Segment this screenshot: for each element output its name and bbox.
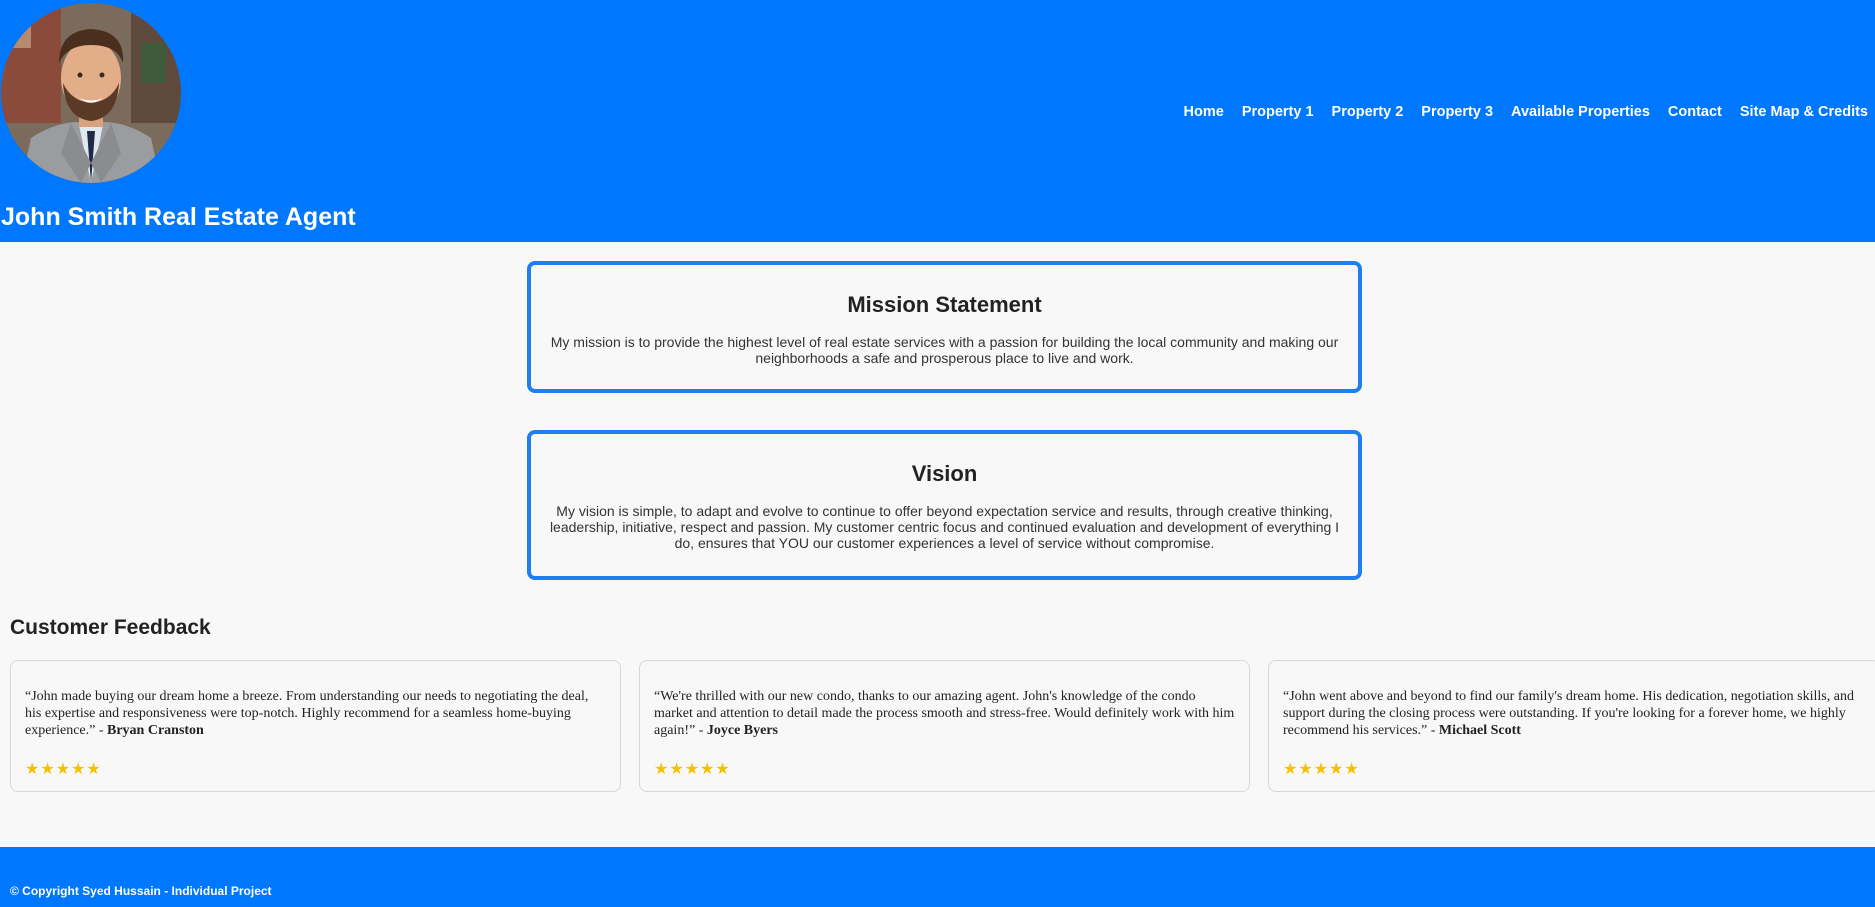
vision-text: My vision is simple, to adapt and evolve… (549, 503, 1340, 551)
vision-heading: Vision (911, 461, 978, 486)
agent-avatar (1, 3, 181, 183)
feedback-quote: “We're thrilled with our new condo, than… (654, 688, 1235, 739)
vision-box: Vision My vision is simple, to adapt and… (527, 430, 1362, 580)
feedback-author: Bryan Cranston (107, 723, 204, 738)
nav-contact[interactable]: Contact (1668, 104, 1722, 120)
star-rating: ★★★★★ (25, 759, 102, 778)
feedback-card: “We're thrilled with our new condo, than… (639, 660, 1250, 792)
feedback-card: “John made buying our dream home a breez… (10, 660, 621, 792)
main-nav: Home Property 1 Property 2 Property 3 Av… (1166, 104, 1868, 120)
nav-property-2[interactable]: Property 2 (1332, 104, 1404, 120)
mission-heading: Mission Statement (847, 292, 1042, 317)
nav-property-1[interactable]: Property 1 (1242, 104, 1314, 120)
agent-portrait-icon (1, 3, 181, 183)
feedback-quote: “John went above and beyond to find our … (1283, 688, 1865, 739)
feedback-card: “John went above and beyond to find our … (1268, 660, 1875, 792)
nav-home[interactable]: Home (1184, 104, 1224, 120)
feedback-author: Joyce Byers (706, 723, 779, 738)
mission-text: My mission is to provide the highest lev… (550, 334, 1339, 366)
nav-available-properties[interactable]: Available Properties (1511, 104, 1650, 120)
site-title: John Smith Real Estate Agent (1, 203, 356, 231)
nav-site-map-credits[interactable]: Site Map & Credits (1740, 104, 1868, 120)
site-footer: © Copyright Syed Hussain - Individual Pr… (0, 847, 1875, 907)
feedback-quote: “John made buying our dream home a breez… (25, 688, 606, 739)
nav-property-3[interactable]: Property 3 (1421, 104, 1493, 120)
mission-statement-box: Mission Statement My mission is to provi… (527, 261, 1362, 393)
site-header: Home Property 1 Property 2 Property 3 Av… (0, 0, 1875, 242)
feedback-author: Michael Scott (1438, 723, 1521, 738)
customer-feedback-heading: Customer Feedback (10, 616, 211, 639)
star-rating: ★★★★★ (654, 759, 731, 778)
quote-text: “John went above and beyond to find our … (1283, 689, 1854, 738)
star-rating: ★★★★★ (1283, 759, 1360, 778)
copyright-text: © Copyright Syed Hussain - Individual Pr… (10, 884, 272, 898)
